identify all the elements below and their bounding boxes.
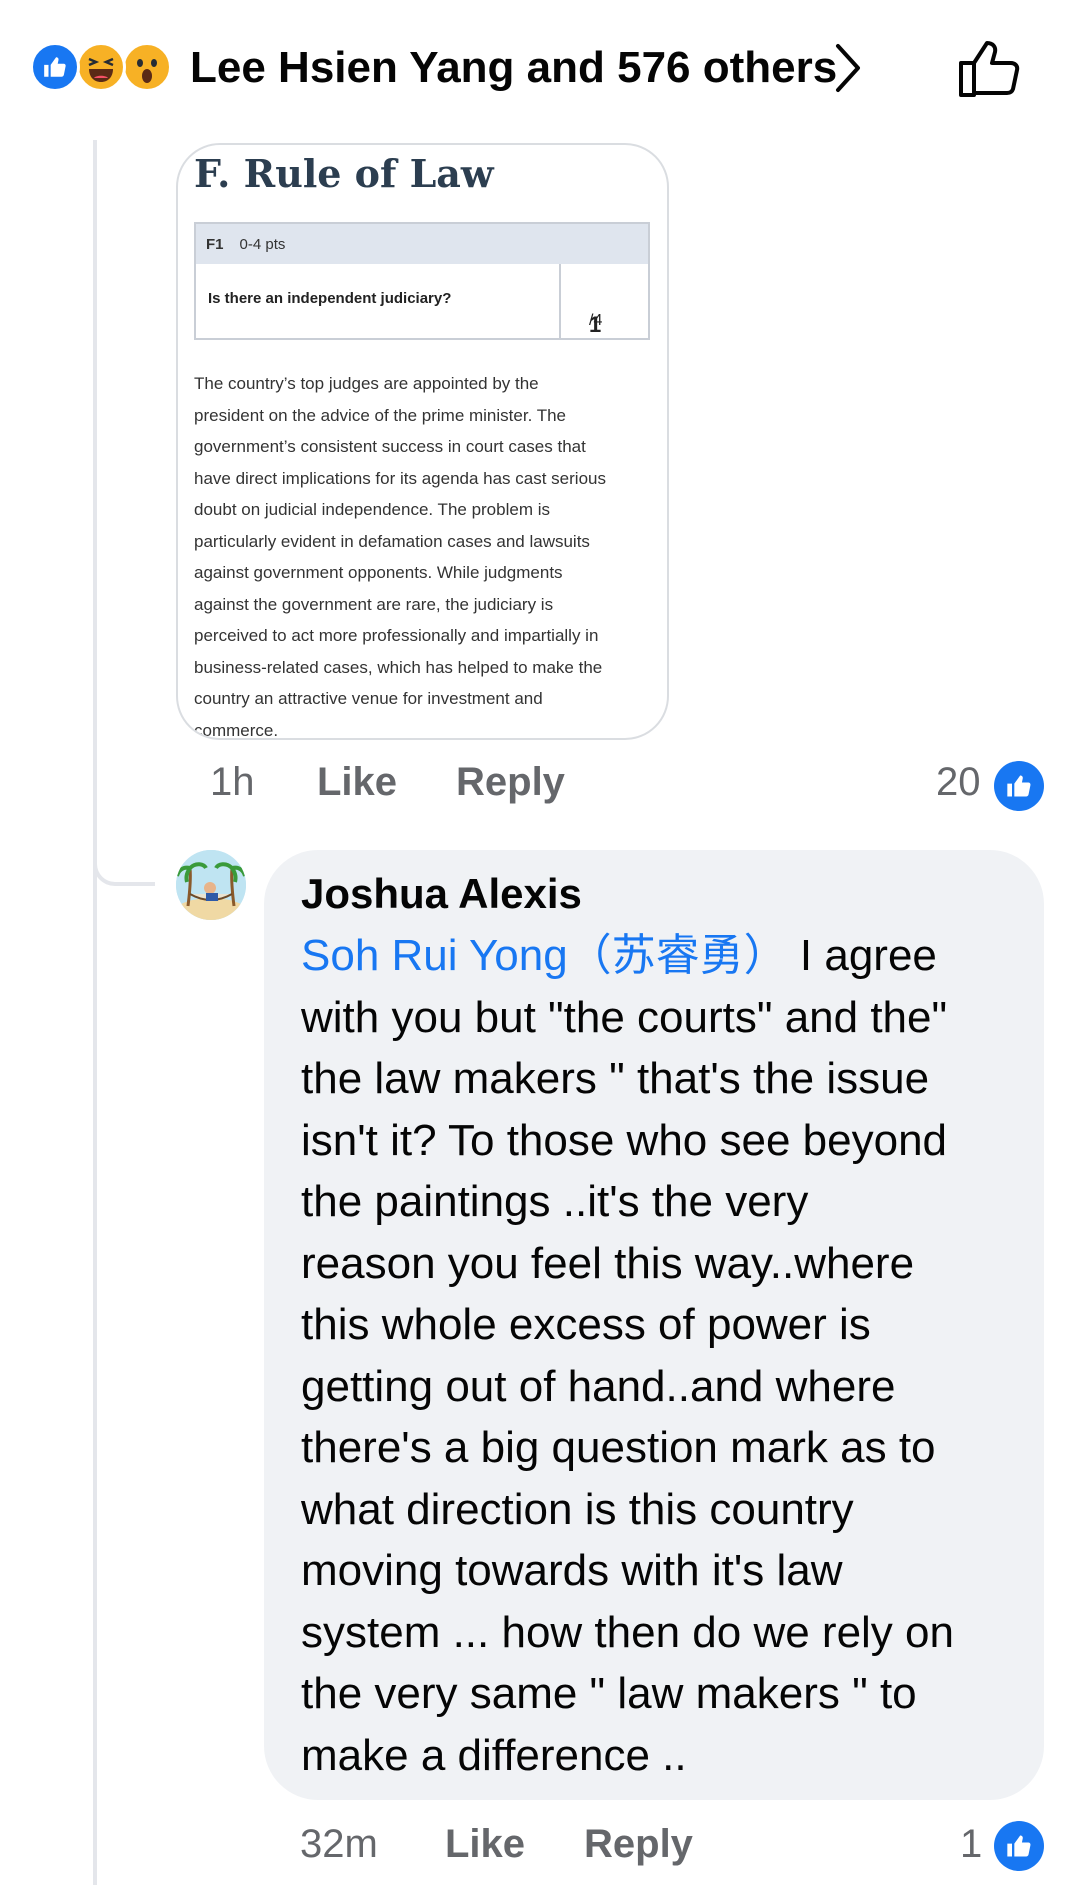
avatar[interactable]: [176, 850, 246, 920]
chevron-right-icon[interactable]: [828, 40, 868, 96]
body-line: have direct implications for its agenda …: [194, 468, 606, 488]
comment-time[interactable]: 32m: [300, 1822, 378, 1867]
haha-icon: [76, 42, 126, 92]
body-line: particularly evident in defamation cases…: [194, 531, 590, 551]
reply-button[interactable]: Reply: [456, 760, 565, 805]
reactions-header: Lee Hsien Yang and 576 others: [0, 0, 1080, 135]
body-line: government’s consistent success in court…: [194, 437, 586, 456]
reaction-count[interactable]: 20: [936, 760, 981, 805]
thread-line: [93, 140, 97, 1885]
body-line: against the government are rare, the jud…: [194, 594, 554, 614]
like-icon: [994, 761, 1044, 811]
indicator-question: Is there an independent judiciary?: [208, 290, 452, 307]
card-body-text: The country’s top judges are appointed b…: [194, 368, 654, 740]
indicator-row: Is there an independent judiciary? 1/4: [196, 264, 648, 338]
body-line: business-related cases, which has helped…: [194, 657, 603, 677]
card-title: F. Rule of Law: [194, 151, 494, 196]
reply-connector: [93, 810, 155, 886]
comment-author[interactable]: Joshua Alexis: [301, 870, 582, 918]
body-line: against government opponents. While judg…: [194, 563, 563, 582]
score-max: /4: [589, 312, 603, 329]
like-icon: [30, 42, 80, 92]
like-button[interactable]: Like: [445, 1822, 525, 1867]
body-line: perceived to act more professionally and…: [194, 626, 599, 645]
like-icon: [994, 1821, 1044, 1871]
reactors-title[interactable]: Lee Hsien Yang and 576 others: [190, 38, 837, 98]
body-line: president on the advice of the prime min…: [194, 405, 566, 425]
indicator-code: F1: [206, 235, 224, 253]
body-line: doubt on judicial independence. The prob…: [194, 500, 550, 519]
wow-icon: [122, 42, 172, 92]
reaction-summary[interactable]: [30, 42, 180, 92]
like-button[interactable]: Like: [317, 760, 397, 805]
thumbs-up-icon[interactable]: [955, 35, 1025, 101]
indicator-table: F1 0-4 pts Is there an independent judic…: [194, 222, 650, 340]
mention-link[interactable]: Soh Rui Yong（苏睿勇）: [301, 931, 788, 980]
reply-button[interactable]: Reply: [584, 1822, 693, 1867]
body-line: commerce.: [194, 720, 279, 740]
attached-image[interactable]: F. Rule of Law F1 0-4 pts Is there an in…: [176, 143, 669, 740]
comment-body: I agree with you but "the courts" and th…: [301, 931, 954, 1780]
reaction-count[interactable]: 1: [960, 1822, 982, 1867]
indicator-score: 1/4: [559, 264, 649, 338]
comment-time[interactable]: 1h: [210, 760, 255, 805]
comment-text: Soh Rui Yong（苏睿勇） I agree with you but "…: [301, 925, 1026, 1786]
indicator-header: F1 0-4 pts: [196, 224, 648, 264]
body-line: The country’s top judges are appointed b…: [194, 374, 539, 393]
body-line: country an attractive venue for investme…: [194, 689, 543, 708]
indicator-points: 0-4 pts: [239, 235, 286, 253]
